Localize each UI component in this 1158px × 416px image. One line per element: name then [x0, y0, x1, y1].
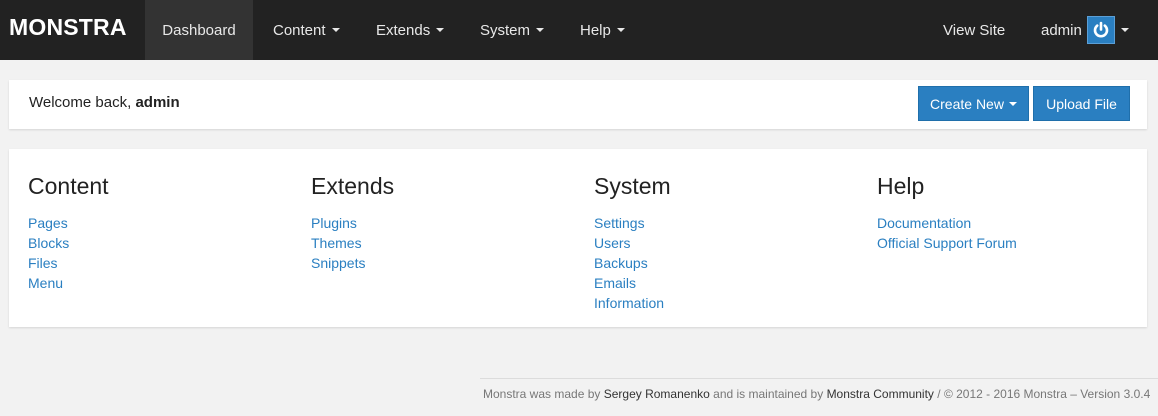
- extends-section: Extends Plugins Themes Snippets: [311, 173, 394, 273]
- help-section: Help Documentation Official Support Foru…: [877, 173, 1017, 253]
- nav-system-label: System: [480, 21, 531, 39]
- link-users[interactable]: Users: [594, 235, 631, 251]
- link-documentation[interactable]: Documentation: [877, 215, 971, 231]
- link-pages[interactable]: Pages: [28, 215, 68, 231]
- link-themes[interactable]: Themes: [311, 235, 362, 251]
- welcome-user: admin: [135, 94, 180, 111]
- caret-down-icon: [436, 28, 445, 32]
- view-site-label: View Site: [943, 21, 1006, 39]
- section-title: Extends: [311, 173, 395, 199]
- nav-content-menu[interactable]: Content: [273, 0, 340, 60]
- content-section: Content Pages Blocks Files Menu: [28, 173, 109, 293]
- link-emails[interactable]: Emails: [594, 275, 636, 291]
- welcome-panel: Welcome back, admin Create New Upload Fi…: [9, 80, 1147, 129]
- caret-down-icon: [536, 28, 545, 32]
- section-title: System: [594, 173, 671, 199]
- dashboard-sections-panel: Content Pages Blocks Files Menu Extends …: [9, 149, 1147, 327]
- footer-copyright: / © 2012 - 2016 Monstra – Version 3.0.4: [937, 387, 1151, 401]
- link-settings[interactable]: Settings: [594, 215, 645, 231]
- caret-down-icon: [1008, 101, 1017, 106]
- link-snippets[interactable]: Snippets: [311, 255, 365, 271]
- link-files[interactable]: Files: [28, 255, 58, 271]
- link-backups[interactable]: Backups: [594, 255, 648, 271]
- create-new-label: Create New: [930, 95, 1004, 112]
- nav-help-label: Help: [580, 21, 611, 39]
- nav-dashboard-label: Dashboard: [162, 21, 236, 39]
- nav-dashboard[interactable]: Dashboard: [145, 0, 253, 60]
- user-name: admin: [1041, 21, 1082, 39]
- section-title: Help: [877, 173, 925, 199]
- footer-community-link[interactable]: Monstra Community: [827, 387, 934, 401]
- link-menu[interactable]: Menu: [28, 275, 63, 291]
- nav-help-menu[interactable]: Help: [580, 0, 625, 60]
- nav-content-label: Content: [273, 21, 326, 39]
- section-title: Content: [28, 173, 109, 199]
- user-menu[interactable]: admin: [1041, 0, 1082, 60]
- footer-divider: [480, 378, 1158, 379]
- welcome-message: Welcome back, admin: [29, 94, 180, 111]
- brand-logo[interactable]: MONSTRA: [9, 14, 127, 41]
- caret-down-icon: [616, 28, 625, 32]
- power-icon[interactable]: [1087, 16, 1115, 44]
- link-blocks[interactable]: Blocks: [28, 235, 69, 251]
- top-navbar: MONSTRA Dashboard Content Extends System…: [0, 0, 1158, 60]
- upload-file-label: Upload File: [1046, 95, 1117, 112]
- user-menu-caret-icon[interactable]: [1121, 28, 1129, 32]
- link-plugins[interactable]: Plugins: [311, 215, 357, 231]
- nav-extends-menu[interactable]: Extends: [376, 0, 445, 60]
- nav-extends-label: Extends: [376, 21, 431, 39]
- footer-maintained: and is maintained by: [713, 387, 824, 401]
- upload-file-button[interactable]: Upload File: [1033, 86, 1130, 121]
- link-support-forum[interactable]: Official Support Forum: [877, 235, 1017, 251]
- welcome-prefix: Welcome back,: [29, 94, 132, 111]
- link-information[interactable]: Information: [594, 295, 664, 311]
- footer: Monstra was made by Sergey Romanenko and…: [483, 387, 1150, 401]
- footer-made-by: Monstra was made by: [483, 387, 601, 401]
- footer-author-link[interactable]: Sergey Romanenko: [604, 387, 710, 401]
- system-section: System Settings Users Backups Emails Inf…: [594, 173, 671, 313]
- nav-system-menu[interactable]: System: [480, 0, 545, 60]
- view-site-link[interactable]: View Site: [943, 0, 1005, 60]
- create-new-button[interactable]: Create New: [918, 86, 1029, 121]
- caret-down-icon: [331, 28, 340, 32]
